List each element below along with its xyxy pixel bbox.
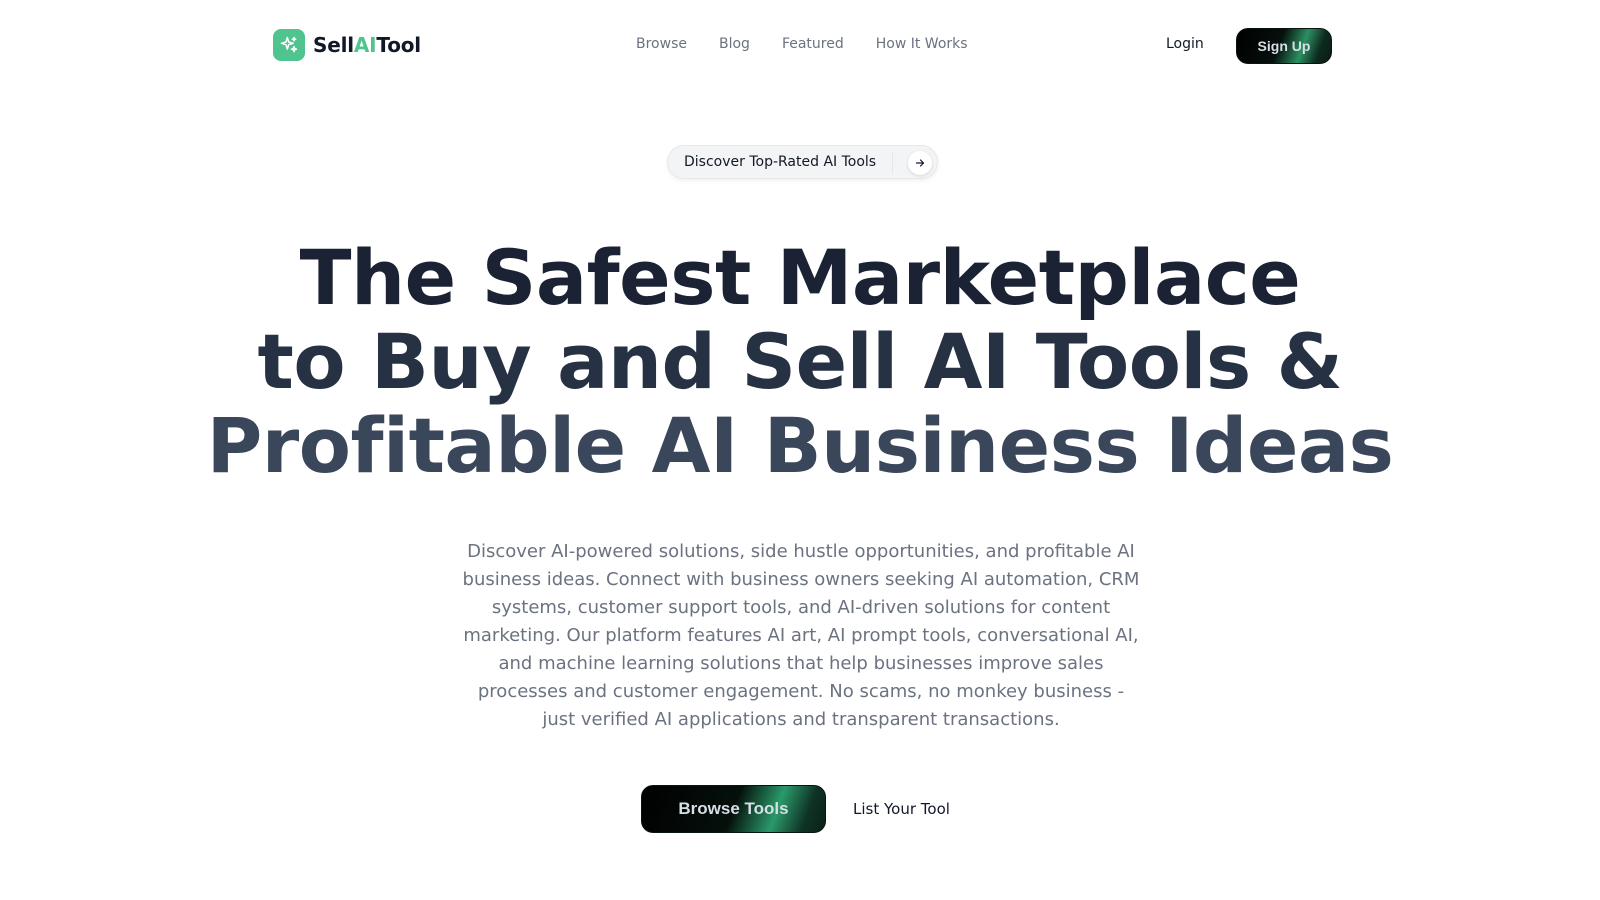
main-nav: Browse Blog Featured How It Works: [636, 36, 1000, 52]
logo-accent: AI: [353, 33, 377, 57]
list-your-tool-link[interactable]: List Your Tool: [853, 800, 950, 818]
logo-prefix: Sell: [313, 33, 354, 57]
nav-browse[interactable]: Browse: [636, 36, 687, 52]
logo-wordmark: SellAITool: [313, 33, 421, 57]
nav-blog[interactable]: Blog: [719, 36, 750, 52]
signup-button[interactable]: Sign Up: [1236, 28, 1332, 64]
headline-line-2: to Buy and Sell AI Tools &: [257, 317, 1343, 406]
nav-how-it-works[interactable]: How It Works: [876, 36, 968, 52]
headline-line-3: Profitable AI Business Ideas: [206, 401, 1394, 490]
arrow-right-icon: [908, 151, 932, 175]
headline-line-1: The Safest Marketplace: [299, 233, 1301, 322]
pill-label: Discover Top-Rated AI Tools: [684, 154, 877, 170]
site-header: SellAITool Browse Blog Featured How It W…: [0, 0, 1600, 90]
hero-description: Discover AI-powered solutions, side hust…: [462, 541, 1140, 730]
pill-divider: [892, 152, 893, 174]
discover-pill[interactable]: Discover Top-Rated AI Tools: [667, 145, 938, 179]
hero-headline: The Safest Marketplace to Buy and Sell A…: [0, 236, 1600, 488]
login-link[interactable]: Login: [1166, 36, 1204, 52]
logo-link[interactable]: SellAITool: [273, 29, 421, 61]
nav-featured[interactable]: Featured: [782, 36, 844, 52]
logo-suffix: Tool: [376, 33, 421, 57]
browse-tools-button[interactable]: Browse Tools: [641, 785, 826, 833]
sparkles-icon: [273, 29, 305, 61]
